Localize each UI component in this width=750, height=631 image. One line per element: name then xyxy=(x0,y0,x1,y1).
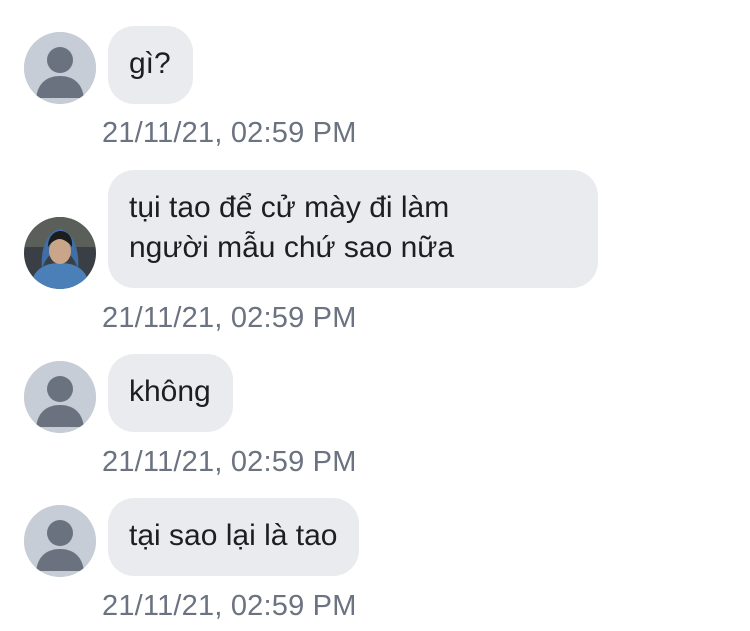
message-timestamp: 21/11/21, 02:59 PM xyxy=(102,117,357,149)
default-avatar-icon[interactable] xyxy=(24,32,96,104)
profile-photo-avatar[interactable] xyxy=(24,217,96,289)
default-avatar-icon[interactable] xyxy=(24,505,96,577)
message-bubble[interactable]: tụi tao để cử mày đi làm người mẫu chứ s… xyxy=(108,170,598,288)
message-bubble[interactable]: không xyxy=(108,354,233,432)
message-timestamp: 21/11/21, 02:59 PM xyxy=(102,590,357,622)
message-timestamp: 21/11/21, 02:59 PM xyxy=(102,446,357,478)
message-bubble[interactable]: tại sao lại là tao xyxy=(108,498,360,576)
default-avatar-icon[interactable] xyxy=(24,361,96,433)
message-timestamp: 21/11/21, 02:59 PM xyxy=(102,302,357,334)
message-bubble[interactable]: gì? xyxy=(108,26,193,104)
